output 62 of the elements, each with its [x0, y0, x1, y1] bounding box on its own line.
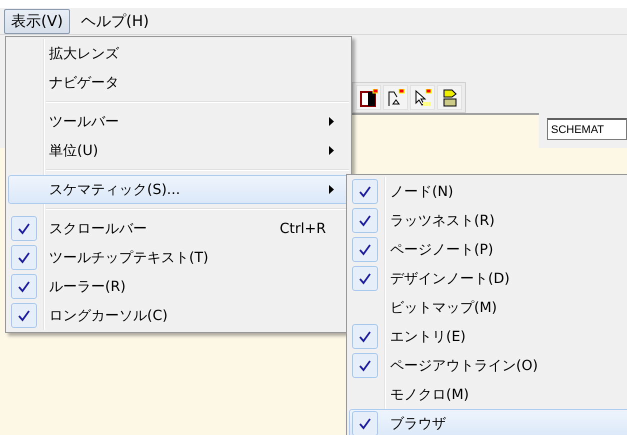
menu-item[interactable]: ロングカーソル(C) — [8, 301, 349, 330]
menu-item[interactable]: ルーラー(R) — [8, 272, 349, 301]
menu-item[interactable]: エントリ(E) — [349, 322, 627, 351]
check-icon — [359, 272, 371, 284]
menu-item-label: ラッツネスト(R) — [390, 212, 496, 230]
menu-item-label: 拡大レンズ — [49, 44, 120, 62]
pointer-icon — [414, 88, 432, 106]
shortcut-label: Ctrl+R — [280, 220, 326, 236]
toolbar-button[interactable] — [410, 85, 435, 110]
check-icon — [18, 280, 30, 292]
menu-item[interactable]: モノクロ(M) — [349, 380, 627, 409]
toolbar-button[interactable] — [356, 85, 381, 110]
menu-item[interactable]: ナビゲータ — [8, 68, 349, 97]
menu-item[interactable]: ページノート(P) — [349, 235, 627, 264]
check-icon — [359, 418, 371, 430]
menu-item[interactable]: スクロールバー Ctrl+R — [8, 214, 349, 243]
check-icon — [18, 252, 30, 264]
chip-icon — [440, 88, 458, 106]
menu-item-label: デザインノート(D) — [390, 270, 511, 288]
probe-icon — [386, 88, 404, 106]
menu-item[interactable]: 単位(U) — [8, 136, 349, 165]
check-icon — [359, 186, 371, 198]
toolbar-button[interactable] — [437, 85, 462, 110]
menu-item-label: ビットマップ(M) — [390, 298, 498, 316]
menu-item-label: スクロールバー — [49, 220, 148, 238]
menu-item-label: ロングカーソル(C) — [49, 306, 169, 324]
menu-item-label: ページノート(P) — [390, 240, 494, 258]
check-icon — [359, 360, 371, 372]
submenu-arrow-icon — [329, 146, 334, 155]
submenu-arrow-icon — [329, 117, 334, 126]
menu-item-label: ページアウトライン(O) — [390, 356, 539, 374]
menu-title[interactable]: 表示(V) — [4, 8, 70, 34]
menu-item[interactable]: スケマティック(S)... — [8, 175, 349, 204]
menu-item-label: 単位(U) — [49, 142, 100, 160]
check-icon — [359, 214, 371, 226]
check-icon — [18, 222, 30, 234]
menu-item-label: ナビゲータ — [49, 74, 120, 92]
menu-item-label: エントリ(E) — [390, 328, 467, 346]
menu-item[interactable]: ビットマップ(M) — [349, 293, 627, 322]
toolbar-button[interactable] — [383, 85, 408, 110]
menu-item-label: ツールバー — [49, 112, 120, 130]
menu-item-label: モノクロ(M) — [390, 386, 470, 404]
menu-item-label: ノード(N) — [390, 182, 454, 200]
menu-item[interactable]: ツールバー — [8, 107, 349, 136]
menu-title[interactable]: ヘルプ(H) — [74, 8, 156, 34]
submenu-arrow-icon — [329, 185, 334, 194]
input-field[interactable]: SCHEMAT — [547, 118, 627, 140]
menu-item[interactable]: ツールチップテキスト(T) — [8, 243, 349, 272]
menu-item[interactable]: デザインノート(D) — [349, 264, 627, 293]
menu-item-label: ブラウザ — [390, 414, 447, 432]
menu-item[interactable]: ブラウザ — [349, 409, 627, 435]
menu-item[interactable]: ページアウトライン(O) — [349, 351, 627, 380]
menu-item-label: ツールチップテキスト(T) — [49, 248, 210, 266]
menu-item-label: スケマティック(S)... — [49, 180, 182, 198]
menu-item[interactable]: ノード(N) — [349, 177, 627, 206]
menu-item[interactable]: ラッツネスト(R) — [349, 206, 627, 235]
check-icon — [359, 244, 371, 256]
menu-item-label: ルーラー(R) — [49, 278, 127, 296]
frame-icon — [360, 88, 378, 106]
check-icon — [359, 330, 371, 342]
menu-item[interactable]: 拡大レンズ — [8, 39, 349, 68]
check-icon — [18, 310, 30, 322]
